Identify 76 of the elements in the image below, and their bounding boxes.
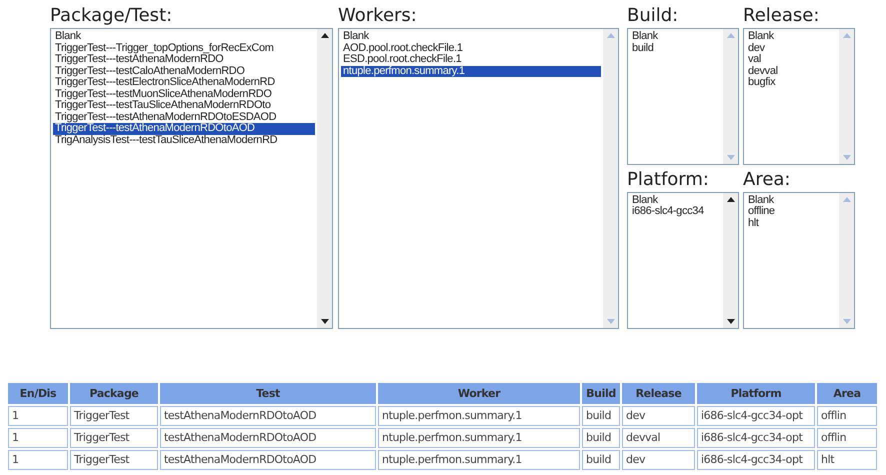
list-item[interactable]: TriggerTest---testAthenaModernRDOtoESDAOD	[53, 112, 315, 123]
table-cell: ntuple.perfmon.summary.1	[378, 428, 580, 448]
table-cell: build	[582, 450, 620, 470]
column-header: Package	[70, 383, 158, 404]
list-item[interactable]: TriggerTest---testMuonSliceAthenaModernRDO	[53, 88, 315, 100]
scroll-up-icon[interactable]	[320, 33, 328, 38]
list-item[interactable]: build	[630, 42, 721, 54]
list-item[interactable]: Blank	[630, 31, 721, 42]
table-cell: TriggerTest	[70, 450, 158, 470]
table-cell: offlin	[817, 428, 877, 448]
column-header: Release	[622, 383, 695, 404]
table-cell: i686-slc4-gcc34-opt	[697, 428, 815, 448]
list-item[interactable]: TriggerTest---testTauSliceAthenaModernRDOto	[53, 100, 315, 112]
scrollbar[interactable]	[317, 29, 332, 328]
column-header: En/Dis	[8, 383, 68, 404]
list-label: Build:	[627, 4, 680, 28]
table-cell: dev	[622, 450, 695, 470]
list-item[interactable]: TriggerTest---testCaloAthenaModernRDO	[53, 66, 315, 77]
list-item[interactable]: TriggerTest---testElectronSliceAthenaModernRD	[53, 77, 315, 88]
list-item[interactable]: AOD.pool.root.checkFile.1	[341, 42, 601, 54]
column-header: Build	[582, 383, 620, 404]
list-item[interactable]: Blank	[746, 31, 837, 42]
column-header: Worker	[378, 383, 580, 404]
list-box[interactable]: Blank build	[627, 28, 739, 165]
scroll-up-icon[interactable]	[726, 196, 734, 202]
table-cell: build	[582, 406, 620, 426]
list-item[interactable]: dev	[746, 42, 837, 54]
column-header: Platform	[697, 383, 815, 404]
list-box[interactable]: Blank dev val devval bugfix	[743, 28, 855, 165]
column-header: Test	[160, 383, 376, 404]
table-cell: testAthenaModernRDOtoAOD	[160, 450, 376, 470]
list-item[interactable]: TriggerTest---testAthenaModernRDOtoAOD	[53, 123, 315, 134]
list-item[interactable]: TriggerTest---testAthenaModernRDO	[53, 54, 315, 66]
list-label: Package/Test:	[50, 4, 174, 28]
table-cell: i686-slc4-gcc34-opt	[697, 406, 815, 426]
list-label: Area:	[743, 168, 792, 192]
list-box[interactable]: Blank i686-slc4-gcc34	[627, 192, 739, 328]
list-item[interactable]: bugfix	[746, 77, 837, 88]
table-cell: 1	[8, 406, 68, 426]
list-item[interactable]: hlt	[746, 218, 837, 229]
scroll-down-icon[interactable]	[726, 318, 734, 324]
list-item[interactable]: offline	[746, 206, 837, 218]
list-item[interactable]: i686-slc4-gcc34	[630, 206, 721, 218]
table-cell: i686-slc4-gcc34-opt	[697, 450, 815, 470]
table-cell: offlin	[817, 406, 877, 426]
list-label: Release:	[743, 4, 820, 28]
table-cell: dev	[622, 406, 695, 426]
list-label: Platform:	[627, 168, 710, 192]
table-cell: devval	[622, 428, 695, 448]
table-cell: 1	[8, 450, 68, 470]
table-cell: testAthenaModernRDOtoAOD	[160, 406, 376, 426]
list-item[interactable]: ntuple.perfmon.summary.1	[341, 66, 601, 77]
table-cell: TriggerTest	[70, 406, 158, 426]
table-cell: testAthenaModernRDOtoAOD	[160, 428, 376, 448]
list-item[interactable]: ESD.pool.root.checkFile.1	[341, 54, 601, 66]
list-item[interactable]: Blank	[746, 194, 837, 206]
list-item[interactable]: TrigAnalysisTest---testTauSliceAthenaModernRD	[53, 134, 315, 146]
list-item[interactable]: devval	[746, 66, 837, 77]
list-item[interactable]: val	[746, 54, 837, 66]
table-cell: ntuple.perfmon.summary.1	[378, 450, 580, 470]
list-box[interactable]: Blank AOD.pool.root.checkFile.1 ESD.pool.root.checkFile.1 ntuple.perfmon.summary.1	[338, 28, 619, 329]
list-box[interactable]	[50, 28, 333, 329]
scrollbar[interactable]	[723, 192, 738, 328]
list-item[interactable]: Blank	[341, 31, 601, 42]
list-box[interactable]: Blank offline hlt	[743, 192, 855, 328]
table-cell: TriggerTest	[70, 428, 158, 448]
list-item[interactable]: Blank	[53, 31, 315, 42]
table-cell: hlt	[817, 450, 877, 470]
list-label: Workers:	[338, 4, 418, 28]
scroll-down-icon[interactable]	[320, 319, 328, 324]
table-cell: build	[582, 428, 620, 448]
list-item[interactable]: TriggerTest---Trigger_topOptions_forRecExCom	[53, 42, 315, 54]
table-cell: 1	[8, 428, 68, 448]
column-header: Area	[817, 383, 877, 404]
table-cell: ntuple.perfmon.summary.1	[378, 406, 580, 426]
list-item[interactable]: Blank	[630, 194, 721, 206]
